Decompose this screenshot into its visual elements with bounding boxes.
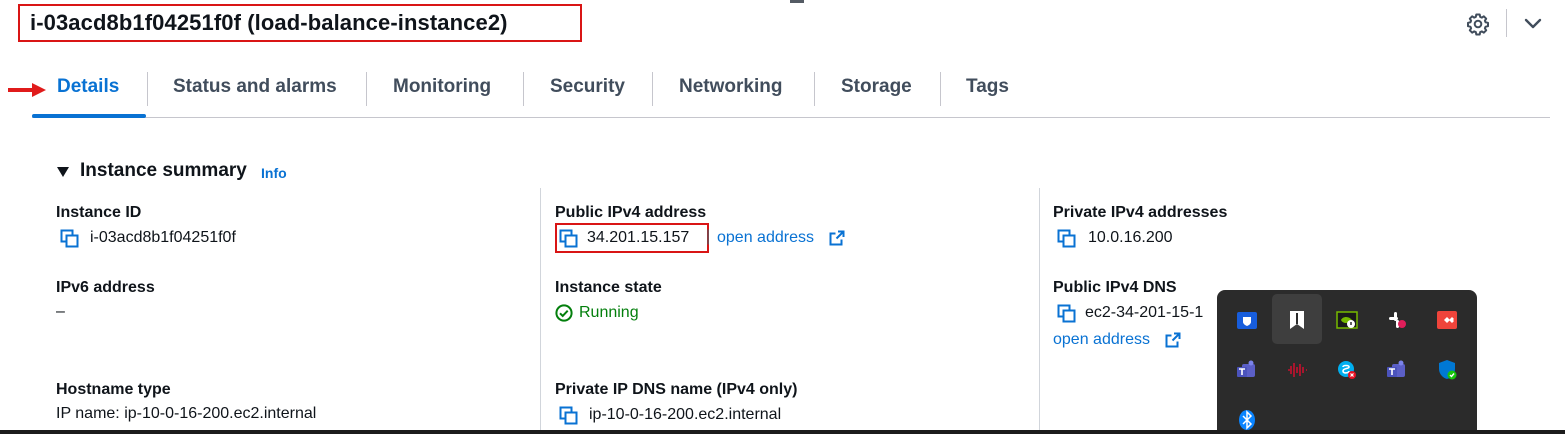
private-dns-value: ip-10-0-16-200.ec2.internal xyxy=(589,406,782,423)
audio-wave-icon[interactable] xyxy=(1286,359,1308,381)
minimize-handle[interactable] xyxy=(790,0,804,3)
public-ipv4-value: 34.201.15.157 xyxy=(587,229,690,246)
taskbar-edge xyxy=(0,430,1565,434)
tab-divider xyxy=(366,72,367,106)
private-dns-label: Private IP DNS name (IPv4 only) xyxy=(555,381,798,398)
tab-divider xyxy=(940,72,941,106)
chevron-down-icon[interactable] xyxy=(1522,14,1544,34)
public-ipv4-label: Public IPv4 address xyxy=(555,204,707,221)
teams-icon-2[interactable] xyxy=(1386,359,1408,381)
windows-security-icon[interactable] xyxy=(1436,359,1458,381)
hostname-type-value: IP name: ip-10-0-16-200.ec2.internal xyxy=(56,405,317,422)
open-address-link[interactable]: open address xyxy=(1053,331,1150,349)
tab-status-and-alarms[interactable]: Status and alarms xyxy=(173,76,337,104)
check-circle-icon xyxy=(555,304,573,322)
tab-tags[interactable]: Tags xyxy=(966,76,1009,104)
tab-details[interactable]: Details xyxy=(57,76,119,104)
tab-divider xyxy=(652,72,653,106)
instance-id-value: i-03acd8b1f04251f0f xyxy=(90,229,236,246)
tabs-baseline xyxy=(32,117,1550,118)
link-separator: | xyxy=(706,228,711,245)
header-divider xyxy=(1506,9,1507,37)
teams-icon[interactable] xyxy=(1236,359,1258,381)
public-dns-value: ec2-34-201-15-1 xyxy=(1085,304,1204,321)
column-divider xyxy=(1039,188,1040,434)
bitwarden-icon[interactable] xyxy=(1236,309,1258,331)
nvidia-icon[interactable] xyxy=(1336,309,1358,331)
active-tab-indicator xyxy=(32,114,146,118)
page-title: i-03acd8b1f04251f0f (load-balance-instan… xyxy=(30,10,508,35)
public-dns-label: Public IPv4 DNS xyxy=(1053,279,1177,296)
bluetooth-icon[interactable] xyxy=(1236,409,1258,431)
instance-state-value: Running xyxy=(579,304,639,321)
copy-icon[interactable] xyxy=(1057,229,1077,249)
instance-state-label: Instance state xyxy=(555,279,662,296)
private-ipv4-value: 10.0.16.200 xyxy=(1088,229,1173,246)
external-link-icon[interactable] xyxy=(1165,332,1181,348)
copy-icon[interactable] xyxy=(1057,304,1077,324)
red-arrow-annotation xyxy=(8,83,46,97)
tab-storage[interactable]: Storage xyxy=(841,76,912,104)
tab-divider xyxy=(523,72,524,106)
ipv6-value: – xyxy=(56,303,65,320)
tab-security[interactable]: Security xyxy=(550,76,625,104)
external-link-icon[interactable] xyxy=(829,230,845,246)
private-ipv4-label: Private IPv4 addresses xyxy=(1053,204,1228,221)
info-link[interactable]: Info xyxy=(261,165,287,181)
bookmark-app-icon[interactable] xyxy=(1286,309,1308,331)
tab-divider xyxy=(814,72,815,106)
slack-icon[interactable] xyxy=(1386,309,1408,331)
hostname-type-label: Hostname type xyxy=(56,381,171,398)
anydesk-icon[interactable] xyxy=(1436,309,1458,331)
skype-icon[interactable] xyxy=(1336,359,1358,381)
copy-icon[interactable] xyxy=(559,406,579,426)
copy-icon[interactable] xyxy=(60,229,80,249)
instance-id-label: Instance ID xyxy=(56,204,142,221)
gear-icon[interactable] xyxy=(1466,12,1490,36)
ipv6-label: IPv6 address xyxy=(56,279,155,296)
column-divider xyxy=(540,188,541,434)
caret-down-icon[interactable] xyxy=(57,167,69,178)
tab-monitoring[interactable]: Monitoring xyxy=(393,76,491,104)
section-title[interactable]: Instance summary xyxy=(80,160,247,182)
tab-divider xyxy=(147,72,148,106)
open-address-link[interactable]: open address xyxy=(717,229,814,247)
tab-networking[interactable]: Networking xyxy=(679,76,782,104)
copy-icon[interactable] xyxy=(559,229,579,249)
